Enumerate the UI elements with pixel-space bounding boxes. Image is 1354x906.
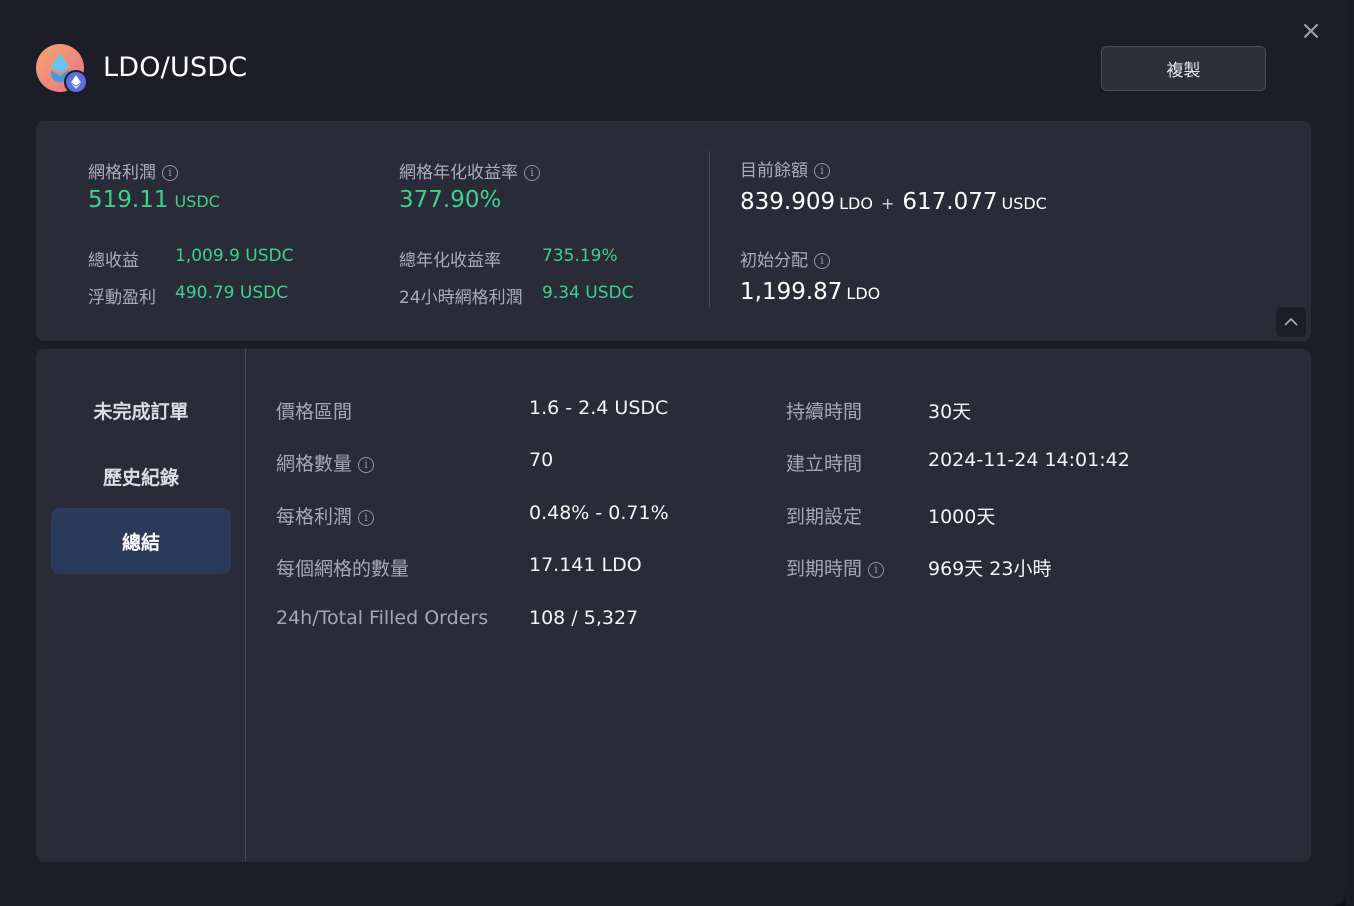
info-icon[interactable]: i [524, 165, 540, 181]
expiry-time-label-row: 到期時間 i [786, 554, 885, 581]
grid-profit-24h-value: 9.34 USDC [542, 283, 634, 303]
grid-apr-value: 377.90% [399, 187, 502, 213]
info-icon[interactable]: i [162, 165, 178, 181]
profit-per-grid-label-row: 每格利潤 i [276, 502, 375, 529]
sidebar-divider [245, 349, 246, 862]
total-profit-value: 1,009.9 USDC [175, 246, 294, 266]
qty-per-grid-value: 17.141 LDO [529, 554, 642, 576]
ldo-token-logo [36, 44, 88, 94]
filled-orders-value: 108 / 5,327 [529, 607, 639, 629]
tab-open-orders[interactable]: 未完成訂單 [51, 377, 231, 443]
total-apr-label: 總年化收益率 [399, 251, 501, 271]
balance-usdc-value: 617.077 [902, 189, 998, 215]
info-icon[interactable]: i [358, 456, 375, 473]
initial-value: 1,199.87 [740, 279, 843, 305]
info-icon[interactable]: i [814, 253, 830, 269]
floating-pnl-value: 490.79 USDC [175, 283, 289, 303]
initial-label-row: 初始分配 i [740, 246, 830, 271]
pair-title: LDO/USDC [103, 52, 248, 83]
grid-profit-label: 網格利潤 [88, 163, 156, 183]
duration-value: 30天 [928, 401, 972, 423]
profit-per-grid-value: 0.48% - 0.71% [529, 502, 669, 524]
price-range-label: 價格區間 [276, 401, 353, 423]
balance-value-row: 839.909 LDO +617.077 USDC [740, 189, 1047, 215]
backdrop-edge [1346, 0, 1354, 906]
grid-apr-label: 網格年化收益率 [399, 163, 518, 183]
expiry-setting-label: 到期設定 [786, 506, 863, 528]
balance-ldo-value: 839.909 [740, 189, 836, 215]
filled-orders-label: 24h/Total Filled Orders [276, 607, 489, 629]
duration-label: 持續時間 [786, 401, 863, 423]
grid-count-label: 網格數量 [276, 453, 353, 475]
tab-summary[interactable]: 總結 [51, 508, 231, 574]
close-icon[interactable]: × [1298, 18, 1324, 44]
floating-pnl-label: 浮動盈利 [88, 288, 156, 308]
profit-per-grid-label: 每格利潤 [276, 506, 353, 528]
expiry-setting-value: 1000天 [928, 506, 996, 528]
info-icon[interactable]: i [868, 561, 885, 578]
total-apr-value: 735.19% [542, 246, 618, 266]
balance-usdc-unit: USDC [1001, 194, 1047, 213]
expiry-time-value: 969天 23小時 [928, 558, 1052, 580]
grid-profit-24h-label: 24小時網格利潤 [399, 288, 523, 308]
details-panel: 未完成訂單 歷史紀錄 總結 價格區間 1.6 - 2.4 USDC 網格數量 i … [36, 349, 1311, 862]
total-profit-label: 總收益 [88, 251, 139, 271]
grid-count-label-row: 網格數量 i [276, 449, 375, 476]
expiry-time-label: 到期時間 [786, 558, 863, 580]
initial-unit: LDO [846, 284, 881, 303]
grid-profit-unit: USDC [174, 192, 220, 211]
qty-per-grid-label: 每個網格的數量 [276, 558, 410, 580]
chevron-up-icon [1284, 317, 1298, 326]
info-icon[interactable]: i [358, 509, 375, 526]
balance-label: 目前餘額 [740, 161, 808, 181]
grid-profit-value-row: 519.11 USDC [88, 187, 220, 213]
stats-divider [709, 151, 710, 308]
plus-sign: + [880, 194, 895, 213]
initial-label: 初始分配 [740, 251, 808, 271]
grid-profit-label-row: 網格利潤 i [88, 158, 178, 183]
stats-panel: 網格利潤 i 519.11 USDC 網格年化收益率 i 377.90% 總收益 1,… [36, 121, 1311, 341]
copy-button[interactable]: 複製 [1101, 46, 1266, 91]
price-range-value: 1.6 - 2.4 USDC [529, 397, 669, 419]
collapse-button[interactable] [1276, 307, 1306, 337]
grid-bot-detail-modal: × LDO/USDC 複製 網格利潤 i 519.11 USDC 網格年化收益率… [0, 0, 1346, 906]
created-time-label: 建立時間 [786, 453, 863, 475]
created-time-value: 2024-11-24 14:01:42 [928, 449, 1130, 471]
grid-apr-label-row: 網格年化收益率 i [399, 158, 540, 183]
tab-history[interactable]: 歷史紀錄 [51, 443, 231, 509]
grid-count-value: 70 [529, 449, 554, 471]
info-icon[interactable]: i [814, 163, 830, 179]
balance-ldo-unit: LDO [839, 194, 873, 213]
initial-value-row: 1,199.87 LDO [740, 279, 880, 305]
balance-label-row: 目前餘額 i [740, 156, 830, 181]
grid-profit-value: 519.11 [88, 187, 169, 213]
